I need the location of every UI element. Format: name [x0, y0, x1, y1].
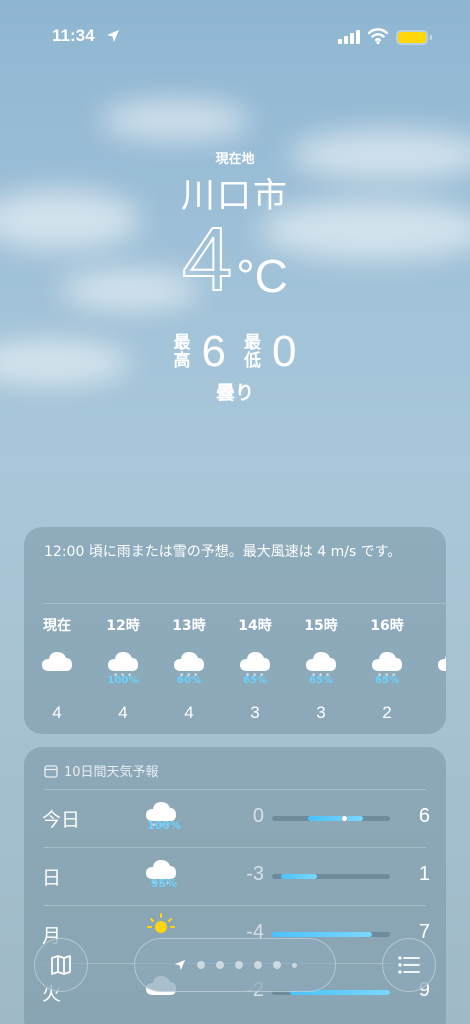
cloud-snow-icon: * * * 65%: [230, 645, 280, 689]
temp-range-bar: [272, 874, 390, 879]
status-bar: 11:34: [0, 0, 470, 60]
current-temperature: 4°C: [0, 210, 470, 310]
hour-temp: 4: [184, 703, 194, 722]
cloud-snow-icon: * * *: [142, 853, 186, 899]
hour-label: 14時: [238, 618, 272, 634]
calendar-icon: [44, 764, 58, 778]
hour-column: 12時 * * * 100% 4: [98, 615, 148, 723]
page-dot: [253, 961, 262, 969]
hour-temp: 3: [250, 703, 260, 722]
hour-column: 1: [428, 615, 446, 703]
day-high: 6: [418, 805, 430, 827]
cloud-snow-icon: * * * 65%: [362, 645, 412, 689]
hour-label: 12時: [106, 618, 140, 634]
cloud-icon: [428, 645, 446, 689]
page-dot: [215, 961, 224, 969]
map-button[interactable]: [34, 938, 88, 992]
wifi-icon: [368, 28, 388, 45]
hour-temp: 3: [316, 703, 326, 722]
ten-day-title: 10日間天気予報: [64, 765, 159, 780]
location-label: 現在地: [215, 152, 255, 167]
bottom-toolbar: [0, 930, 470, 1024]
day-low: 0: [252, 805, 264, 827]
city-name: 川口市: [181, 176, 289, 216]
day-low: -3: [246, 863, 264, 885]
hour-column: 現在 4: [32, 615, 82, 723]
list-button[interactable]: [382, 938, 436, 992]
day-precip: 100%: [147, 819, 181, 832]
battery-icon: [396, 30, 428, 45]
cloud-snow-icon: * * * 65%: [296, 645, 346, 689]
hour-label: 16時: [370, 618, 404, 634]
hour-precip: 60%: [177, 675, 201, 686]
page-dot: [234, 961, 243, 969]
hour-precip: 100%: [107, 675, 139, 686]
divider: [44, 603, 446, 604]
high-value: 6: [201, 327, 226, 376]
hour-label: 15時: [304, 618, 338, 634]
divider: [44, 905, 426, 906]
temperature-unit: °C: [236, 250, 288, 302]
cloud-icon: [32, 645, 82, 689]
hour-precip: 65%: [243, 675, 267, 686]
divider: [44, 847, 426, 848]
low-value: 0: [272, 327, 297, 376]
list-icon: [398, 956, 420, 974]
cellular-signal-icon: [338, 30, 360, 44]
condition-text: 曇り: [215, 382, 254, 404]
cloud-snow-icon: * * * 60%: [164, 645, 214, 689]
day-precip: 95%: [150, 877, 178, 890]
high-low: 最高 6 最低 0: [0, 330, 470, 374]
location-arrow-icon: [107, 30, 119, 42]
cloud-snow-icon: * * * 100%: [98, 645, 148, 689]
hour-column: 15時 * * * 65% 3: [296, 615, 346, 723]
day-high: 1: [418, 863, 430, 885]
map-icon: [51, 955, 71, 975]
location-arrow-icon: [174, 959, 185, 971]
forecast-summary: 12:00 頃に雨または雪の予想。最大風速は 4 m/s です。: [44, 544, 402, 560]
temp-range-fill: [308, 816, 363, 821]
temp-range-bar: [272, 815, 390, 822]
hour-column: 16時 * * * 65% 2: [362, 615, 412, 723]
hour-column: 14時 * * * 65% 3: [230, 615, 280, 723]
low-label: 最低: [244, 333, 261, 371]
status-time: 11:34: [52, 26, 95, 45]
hour-precip: 65%: [375, 675, 399, 686]
page-dot: [291, 962, 297, 968]
hour-label: 1: [428, 615, 446, 635]
hour-precip: 65%: [309, 675, 333, 686]
temperature-value: 4: [181, 210, 233, 310]
temp-range-fill: [281, 874, 318, 879]
ten-day-header: 10日間天気予報: [44, 761, 159, 780]
hour-column: 13時 * * * 60% 4: [164, 615, 214, 723]
divider: [44, 789, 426, 790]
day-name: 今日: [42, 809, 81, 831]
hour-temp: 4: [118, 703, 128, 722]
day-name: 日: [42, 867, 62, 889]
day-row[interactable]: 今日 * * * 100% 0 6: [24, 789, 446, 847]
hour-label: 13時: [172, 618, 206, 634]
high-label: 最高: [173, 333, 191, 371]
cloud-snow-icon: * * *: [142, 795, 186, 841]
hour-temp: 2: [382, 703, 392, 722]
hourly-scroller[interactable]: 現在 4 12時 * * * 100% 4 13時 * * * 60% 4 14時 * * * 65% 3 15時 * * *…: [24, 615, 446, 725]
hour-label: 現在: [43, 618, 71, 634]
page-dot: [196, 961, 205, 969]
hour-temp: 4: [52, 703, 62, 722]
page-indicator[interactable]: [134, 938, 336, 992]
hourly-forecast-card[interactable]: 12:00 頃に雨または雪の予想。最大風速は 4 m/s です。 現在 4 12時 *…: [24, 527, 446, 734]
page-dot: [272, 961, 281, 969]
day-row[interactable]: 日 * * * 95% -3 1: [24, 847, 446, 905]
